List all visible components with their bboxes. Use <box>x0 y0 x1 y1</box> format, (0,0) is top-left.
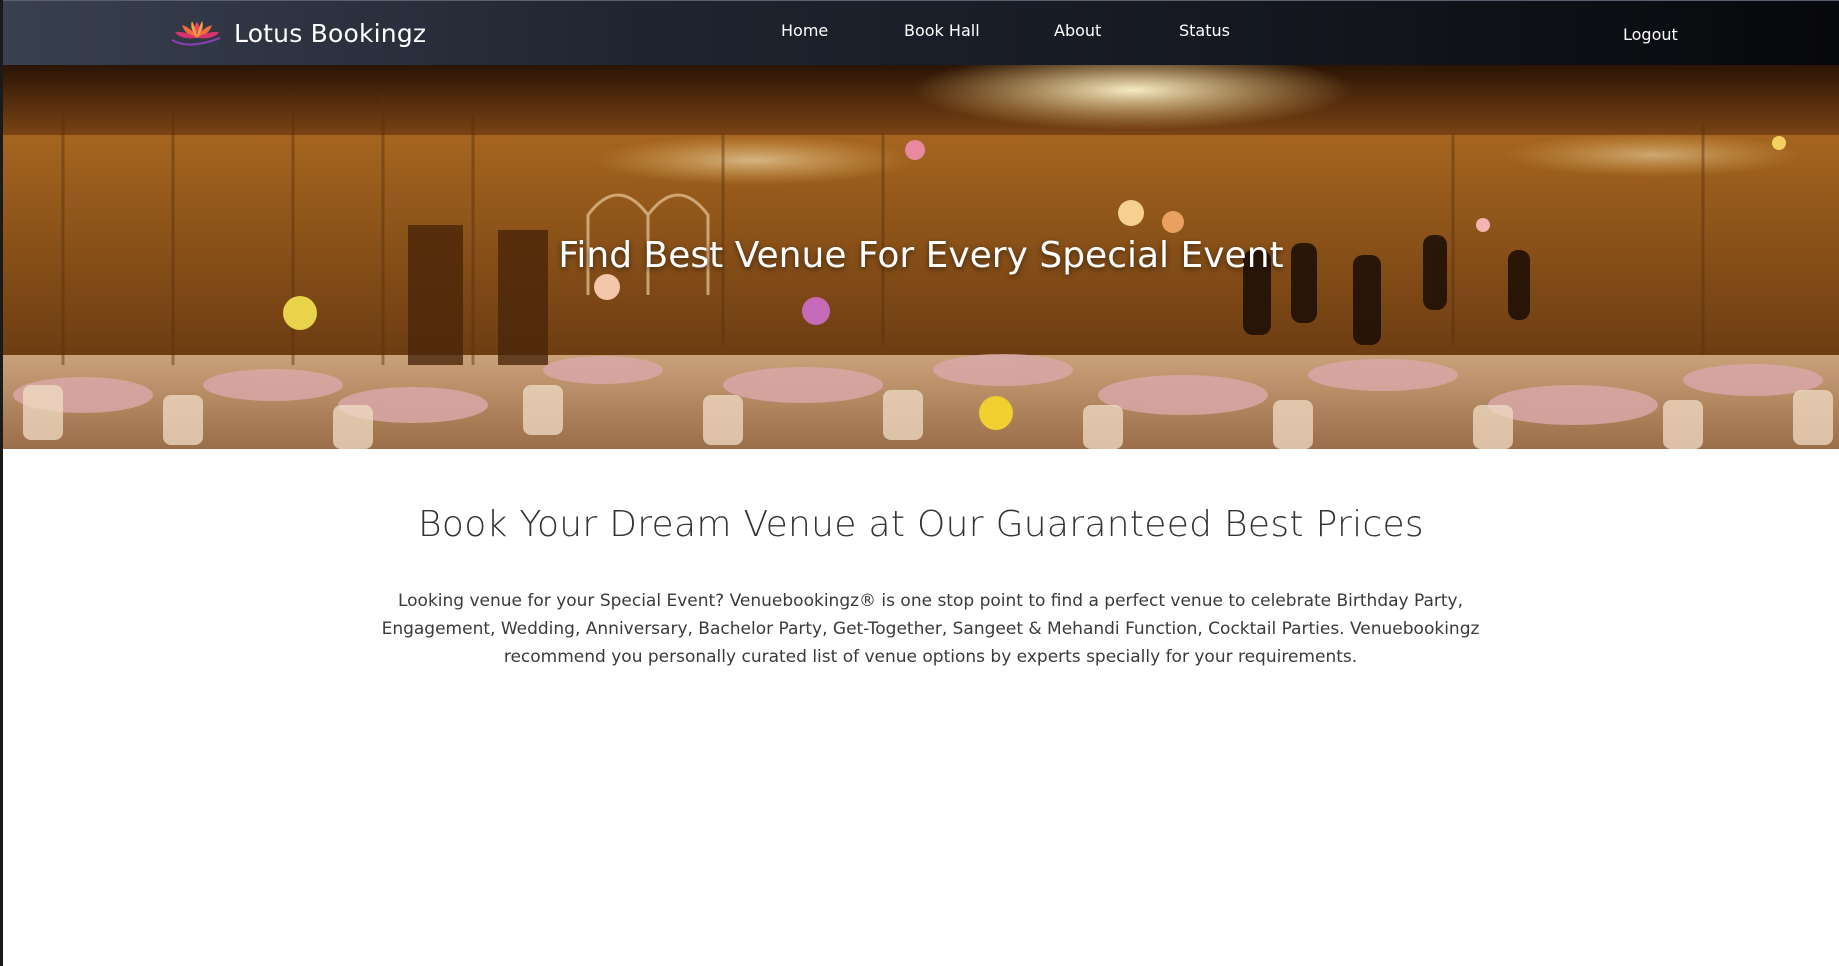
intro-heading: Book Your Dream Venue at Our Guaranteed … <box>418 504 1424 545</box>
nav-status-link[interactable]: Status <box>1179 21 1230 40</box>
page: Lotus Bookingz Home Book Hall About Stat… <box>0 0 1839 966</box>
hero-banner: Find Best Venue For Every Special Event <box>3 65 1839 449</box>
nav-home-link[interactable]: Home <box>781 21 828 40</box>
logout-link[interactable]: Logout <box>1623 25 1678 44</box>
nav-about-link[interactable]: About <box>1054 21 1101 40</box>
nav-links: Home Book Hall About Status <box>3 21 1839 45</box>
intro-paragraph: Looking venue for your Special Event? Ve… <box>381 591 1480 667</box>
hero-title: Find Best Venue For Every Special Event <box>558 235 1284 276</box>
top-navbar: Lotus Bookingz Home Book Hall About Stat… <box>3 0 1839 65</box>
nav-book-hall-link[interactable]: Book Hall <box>904 21 980 40</box>
